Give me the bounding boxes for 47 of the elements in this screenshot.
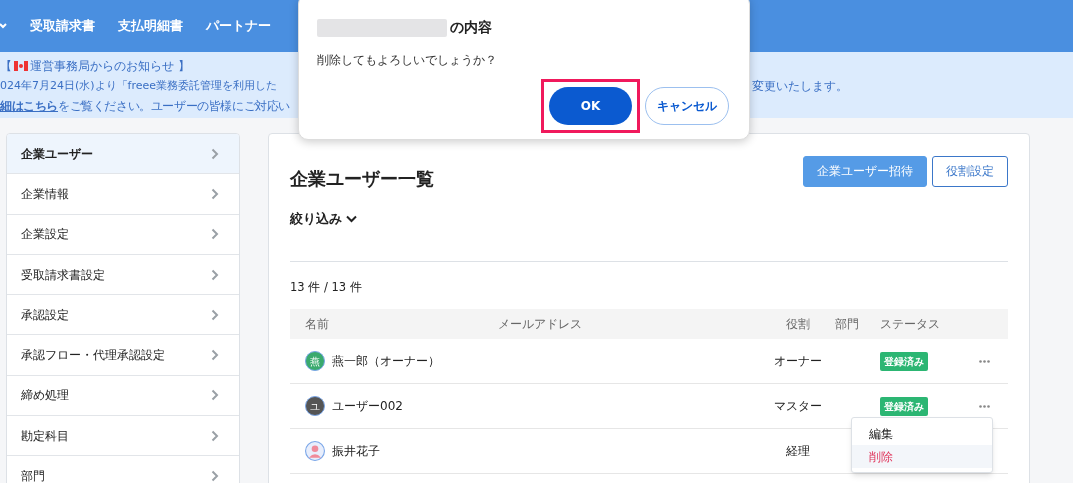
header-button[interactable]: 役割設定 bbox=[932, 155, 1008, 187]
column-header: 役割 bbox=[784, 316, 811, 333]
dialog-button[interactable]: キャンセル bbox=[645, 87, 729, 125]
role-cell-text: 経理 bbox=[784, 443, 811, 460]
chevron-down-icon bbox=[346, 215, 357, 223]
role-cell-text: マスター bbox=[772, 398, 823, 415]
notice-title: 運営事務局からのお知らせ 】 bbox=[30, 58, 190, 75]
chevron-right-icon bbox=[211, 429, 219, 442]
avatar bbox=[305, 441, 325, 461]
page-title: 企業ユーザー一覧 bbox=[290, 166, 434, 191]
chevron-right-icon bbox=[211, 268, 219, 281]
user-name: 振井花子 bbox=[332, 443, 380, 460]
column-header: メールアドレス bbox=[497, 316, 583, 333]
avatar: ユ bbox=[305, 396, 325, 416]
chevron-right-icon bbox=[211, 389, 219, 402]
more-icon[interactable] bbox=[978, 404, 990, 408]
menu-item[interactable]: 削除 bbox=[852, 445, 992, 468]
column-header: 名前 bbox=[304, 316, 330, 333]
column-header: ステータス bbox=[880, 316, 941, 333]
chevron-right-icon bbox=[211, 187, 219, 200]
status-badge: 登録済み bbox=[880, 396, 928, 416]
dialog-button[interactable]: OK bbox=[549, 87, 632, 125]
more-icon[interactable] bbox=[978, 359, 990, 363]
notice-text: 変更いたします。 bbox=[752, 78, 849, 95]
filter-toggle[interactable]: 絞り込み bbox=[290, 209, 342, 229]
avatar: 燕 bbox=[305, 351, 325, 371]
user-name: 燕一郎（オーナー） bbox=[332, 353, 440, 370]
chevron-down-icon bbox=[0, 22, 8, 30]
chevron-right-icon bbox=[211, 470, 219, 482]
result-count: 13 件 / 13 件 bbox=[290, 279, 362, 295]
notice-title: 【 bbox=[0, 58, 12, 75]
sidebar-item[interactable]: 企業ユーザー bbox=[7, 134, 239, 175]
dialog-title: の内容 bbox=[450, 18, 492, 37]
chevron-right-icon bbox=[211, 147, 219, 160]
dialog-message: 削除してもよろしいでしょうか？ bbox=[317, 52, 497, 69]
role-cell-text: オーナー bbox=[772, 353, 823, 370]
user-name: ユーザー002 bbox=[332, 398, 403, 415]
chevron-right-icon bbox=[211, 228, 219, 241]
column-header: 部門 bbox=[835, 316, 860, 333]
details-link[interactable]: 細はこちら bbox=[0, 96, 58, 116]
notice-text: 024年7月24日(水)より「freee業務委託管理を利用した bbox=[0, 78, 278, 94]
chevron-right-icon bbox=[211, 349, 219, 362]
menu-item[interactable]: 編集 bbox=[852, 422, 992, 445]
flag-icon bbox=[14, 61, 28, 71]
notice-text: をご覧ください。ユーザーの皆様にご対応い bbox=[58, 98, 291, 115]
chevron-right-icon bbox=[211, 308, 219, 321]
status-badge: 登録済み bbox=[880, 351, 928, 371]
